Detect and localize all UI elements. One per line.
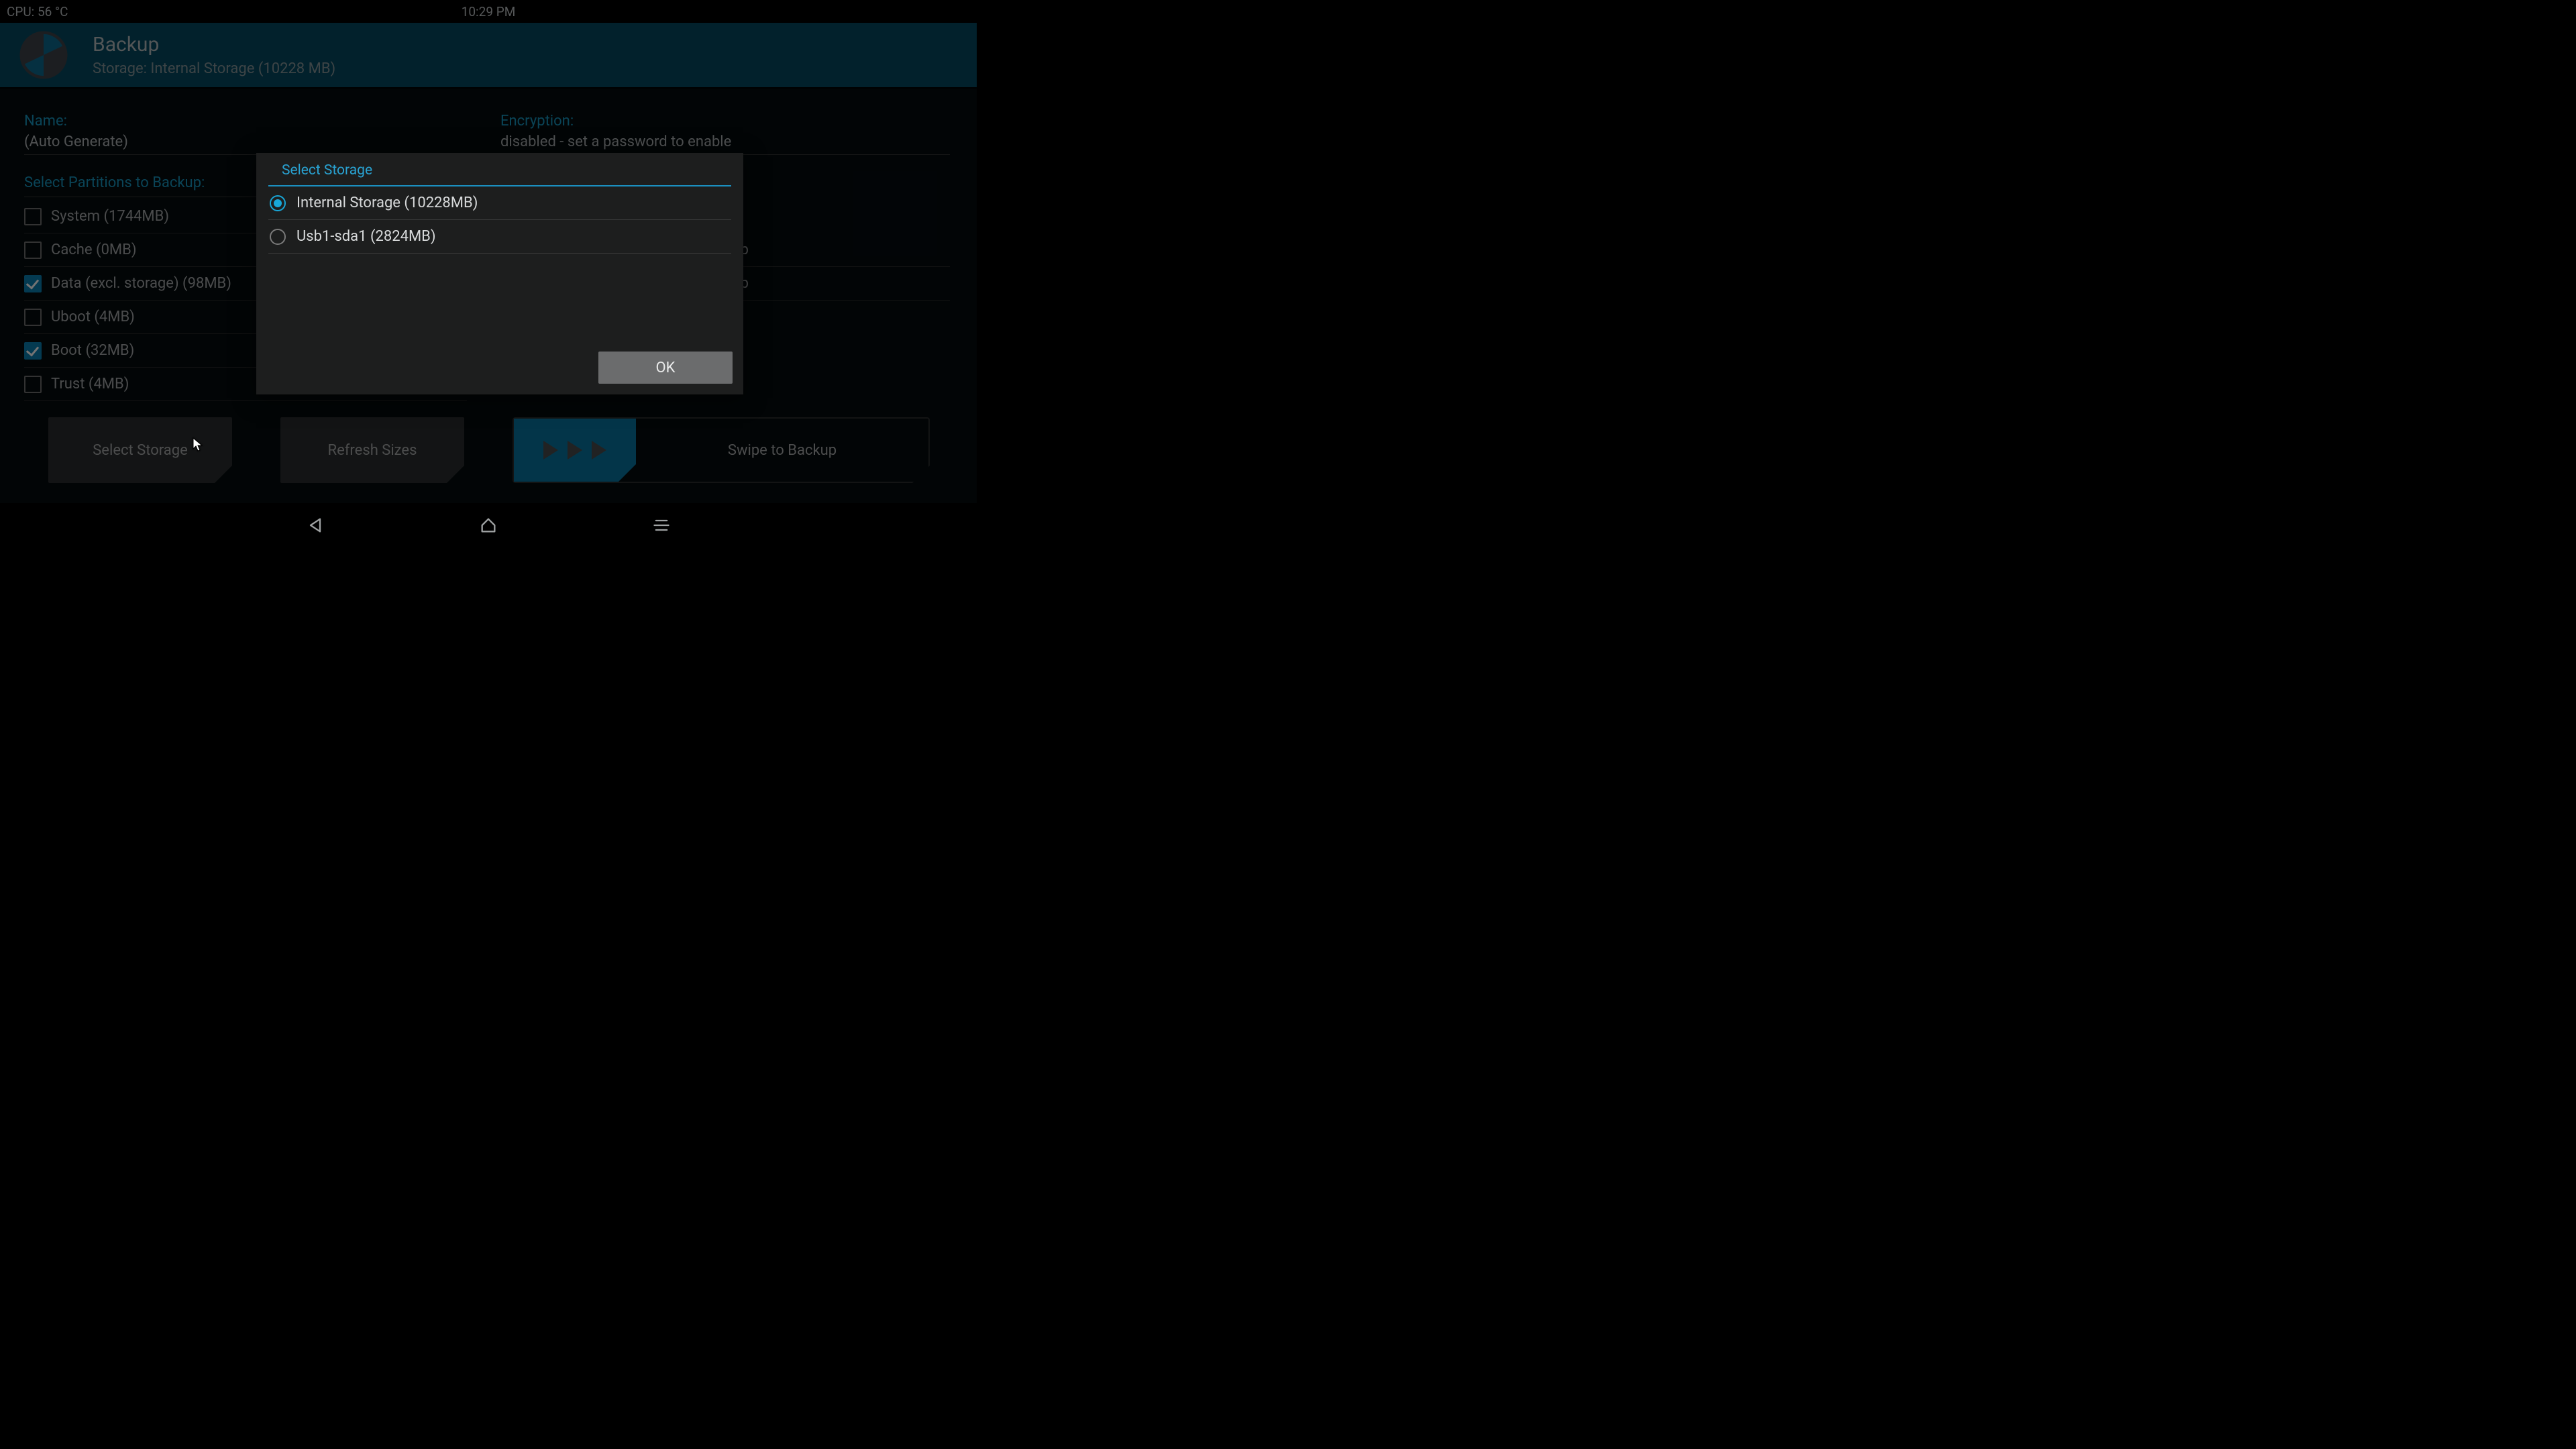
- home-icon[interactable]: [479, 516, 498, 535]
- ok-button[interactable]: OK: [598, 352, 733, 384]
- storage-option[interactable]: Internal Storage (10228MB): [268, 186, 731, 220]
- storage-option[interactable]: Usb1-sda1 (2824MB): [268, 220, 731, 254]
- menu-icon[interactable]: [652, 516, 671, 535]
- select-storage-dialog: Select Storage Internal Storage (10228MB…: [256, 153, 743, 394]
- storage-option-label: Internal Storage (10228MB): [297, 195, 478, 211]
- storage-option-label: Usb1-sda1 (2824MB): [297, 228, 436, 245]
- dialog-title: Select Storage: [268, 153, 731, 186]
- radio-button[interactable]: [270, 229, 286, 245]
- nav-bar: [0, 503, 977, 547]
- radio-button[interactable]: [270, 195, 286, 211]
- storage-options-list: Internal Storage (10228MB) Usb1-sda1 (282…: [256, 186, 743, 254]
- back-icon[interactable]: [306, 516, 325, 535]
